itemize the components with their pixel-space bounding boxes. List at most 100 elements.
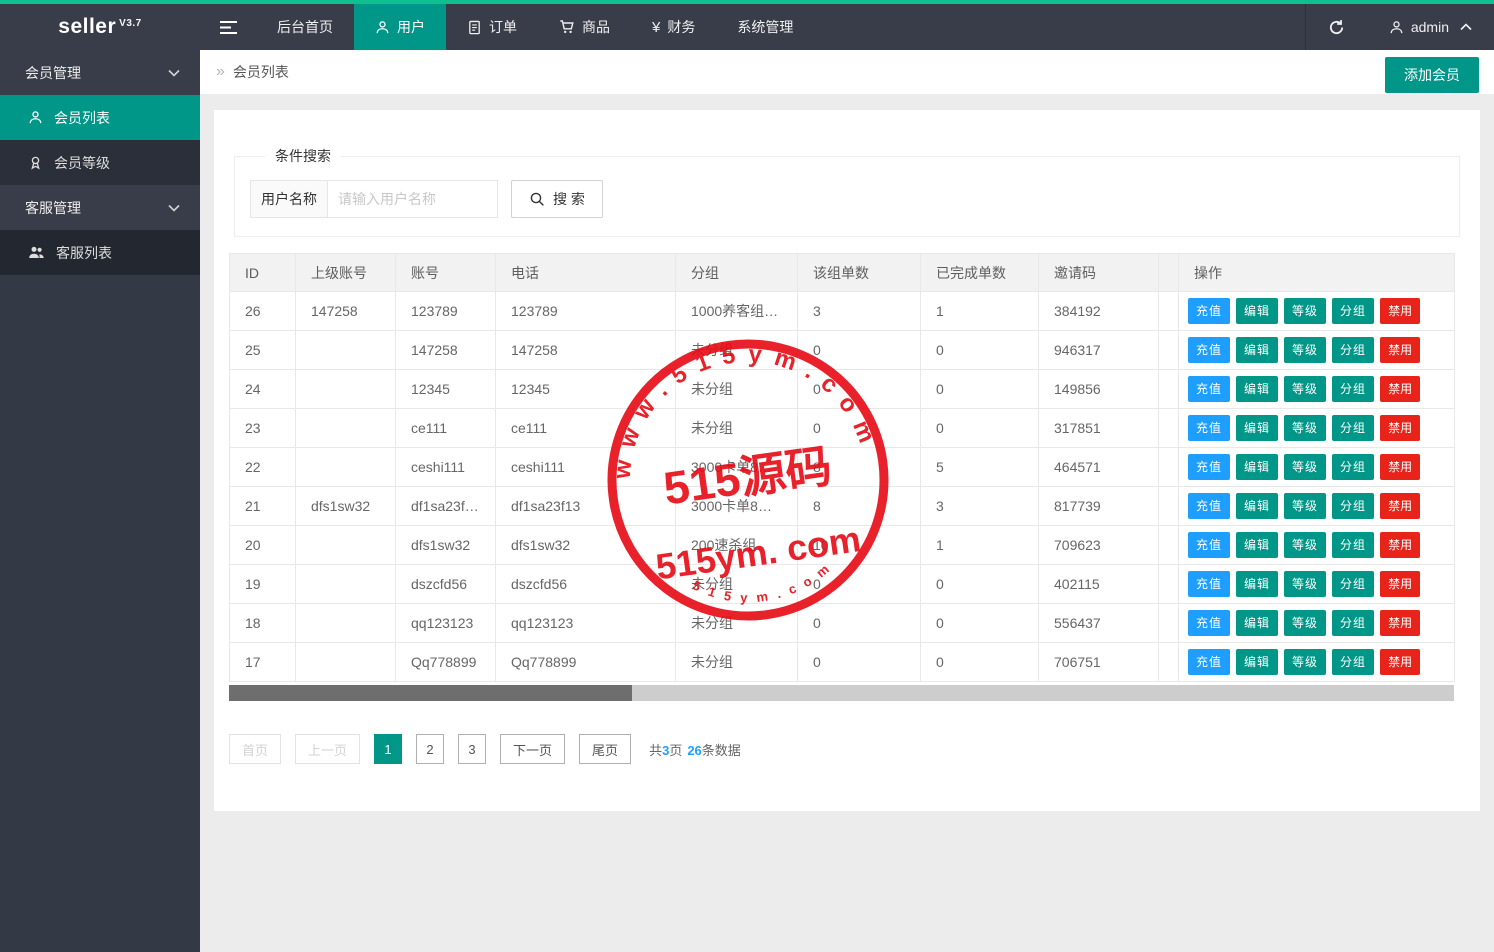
level-button[interactable]: 等级 bbox=[1284, 610, 1327, 636]
disable-button[interactable]: 禁用 bbox=[1380, 415, 1421, 441]
level-button[interactable]: 等级 bbox=[1284, 532, 1327, 558]
group-button[interactable]: 分组 bbox=[1332, 298, 1375, 324]
group-button[interactable]: 分组 bbox=[1332, 649, 1375, 675]
level-button[interactable]: 等级 bbox=[1284, 415, 1327, 441]
search-button-label: 搜 索 bbox=[553, 191, 585, 207]
recharge-button[interactable]: 充值 bbox=[1188, 649, 1231, 675]
refresh-button[interactable] bbox=[1306, 4, 1367, 50]
cell-actions: 充值 编辑 等级 分组 禁用 bbox=[1178, 642, 1455, 682]
sidebar-section-2[interactable]: 客服管理 bbox=[0, 185, 200, 230]
disable-button[interactable]: 禁用 bbox=[1380, 376, 1421, 402]
add-member-button[interactable]: 添加会员 bbox=[1385, 57, 1479, 93]
group-button[interactable]: 分组 bbox=[1332, 415, 1375, 441]
nav-item-1[interactable]: 后台首页 bbox=[256, 4, 354, 50]
pagination-page-2[interactable]: 2 bbox=[416, 734, 445, 764]
edit-button[interactable]: 编辑 bbox=[1236, 337, 1279, 363]
topbar-right: admin bbox=[1304, 4, 1494, 50]
cell-parent: dfs1sw32 bbox=[295, 486, 396, 526]
level-button[interactable]: 等级 bbox=[1284, 337, 1327, 363]
recharge-button[interactable]: 充值 bbox=[1188, 493, 1231, 519]
level-button[interactable]: 等级 bbox=[1284, 376, 1327, 402]
admin-menu[interactable]: admin bbox=[1367, 4, 1494, 50]
disable-button[interactable]: 禁用 bbox=[1380, 337, 1421, 363]
cell-id: 19 bbox=[229, 564, 296, 604]
level-button[interactable]: 等级 bbox=[1284, 571, 1327, 597]
group-button[interactable]: 分组 bbox=[1332, 376, 1375, 402]
cell-completed: 0 bbox=[920, 330, 1039, 370]
cell-parent bbox=[295, 642, 396, 682]
pagination-page-3[interactable]: 3 bbox=[458, 734, 487, 764]
edit-button[interactable]: 编辑 bbox=[1236, 454, 1279, 480]
search-button[interactable]: 搜 索 bbox=[511, 180, 603, 218]
recharge-button[interactable]: 充值 bbox=[1188, 610, 1231, 636]
cell-account: qq123123 bbox=[395, 603, 496, 643]
group-button[interactable]: 分组 bbox=[1332, 532, 1375, 558]
col-parent-account: 上级账号 bbox=[295, 253, 396, 292]
cell-gap bbox=[1158, 564, 1179, 604]
cell-group_orders: 0 bbox=[797, 603, 921, 643]
disable-button[interactable]: 禁用 bbox=[1380, 298, 1421, 324]
cell-group: 1000养客组(多... bbox=[675, 291, 798, 331]
sidebar-item-1-0[interactable]: 客服列表 bbox=[0, 230, 200, 275]
recharge-button[interactable]: 充值 bbox=[1188, 454, 1231, 480]
nav-item-4[interactable]: 商品 bbox=[538, 4, 631, 50]
level-button[interactable]: 等级 bbox=[1284, 649, 1327, 675]
pagination-next[interactable]: 下一页 bbox=[500, 734, 566, 764]
table-row: 18 qq123123 qq123123 未分组 0 0 556437 充值 编辑 等级 分组 禁用 bbox=[229, 603, 1455, 643]
horizontal-scrollbar-thumb[interactable] bbox=[229, 685, 632, 701]
group-button[interactable]: 分组 bbox=[1332, 337, 1375, 363]
edit-button[interactable]: 编辑 bbox=[1236, 610, 1279, 636]
edit-button[interactable]: 编辑 bbox=[1236, 571, 1279, 597]
recharge-button[interactable]: 充值 bbox=[1188, 376, 1231, 402]
disable-button[interactable]: 禁用 bbox=[1380, 454, 1421, 480]
cell-invite: 402115 bbox=[1038, 564, 1159, 604]
level-button[interactable]: 等级 bbox=[1284, 298, 1327, 324]
recharge-button[interactable]: 充值 bbox=[1188, 571, 1231, 597]
sidebar-section-1[interactable]: 会员管理 bbox=[0, 50, 200, 95]
recharge-button[interactable]: 充值 bbox=[1188, 337, 1231, 363]
cell-actions: 充值 编辑 等级 分组 禁用 bbox=[1178, 486, 1455, 526]
edit-button[interactable]: 编辑 bbox=[1236, 532, 1279, 558]
cell-actions: 充值 编辑 等级 分组 禁用 bbox=[1178, 369, 1455, 409]
sidebar-item-label: 会员列表 bbox=[54, 109, 110, 126]
group-button[interactable]: 分组 bbox=[1332, 493, 1375, 519]
group-button[interactable]: 分组 bbox=[1332, 454, 1375, 480]
pagination-last[interactable]: 尾页 bbox=[579, 734, 632, 764]
sidebar-section-label: 客服管理 bbox=[25, 199, 81, 216]
disable-button[interactable]: 禁用 bbox=[1380, 532, 1421, 558]
cell-account: ceshi111 bbox=[395, 447, 496, 487]
col-gap bbox=[1158, 253, 1179, 292]
col-account: 账号 bbox=[395, 253, 496, 292]
disable-button[interactable]: 禁用 bbox=[1380, 649, 1421, 675]
cell-actions: 充值 编辑 等级 分组 禁用 bbox=[1178, 525, 1455, 565]
sidebar-section-label: 会员管理 bbox=[25, 64, 81, 81]
nav-item-5[interactable]: ¥ 财务 bbox=[631, 4, 716, 50]
cell-parent: 147258 bbox=[295, 291, 396, 331]
member-table: ID 上级账号 账号 电话 分组 该组单数 已完成单数 邀请码 操作 26 147… bbox=[229, 253, 1455, 682]
edit-button[interactable]: 编辑 bbox=[1236, 493, 1279, 519]
level-button[interactable]: 等级 bbox=[1284, 454, 1327, 480]
level-button[interactable]: 等级 bbox=[1284, 493, 1327, 519]
group-button[interactable]: 分组 bbox=[1332, 610, 1375, 636]
sidebar-item-0-0[interactable]: 会员列表 bbox=[0, 95, 200, 140]
nav-item-label: 用户 bbox=[397, 19, 425, 35]
recharge-button[interactable]: 充值 bbox=[1188, 298, 1231, 324]
disable-button[interactable]: 禁用 bbox=[1380, 610, 1421, 636]
nav-item-3[interactable]: 订单 bbox=[446, 4, 538, 50]
edit-button[interactable]: 编辑 bbox=[1236, 415, 1279, 441]
hamburger-icon[interactable] bbox=[200, 4, 256, 50]
nav-item-2[interactable]: 用户 bbox=[354, 4, 446, 50]
disable-button[interactable]: 禁用 bbox=[1380, 571, 1421, 597]
recharge-button[interactable]: 充值 bbox=[1188, 415, 1231, 441]
group-button[interactable]: 分组 bbox=[1332, 571, 1375, 597]
edit-button[interactable]: 编辑 bbox=[1236, 376, 1279, 402]
sidebar-item-0-1[interactable]: 会员等级 bbox=[0, 140, 200, 185]
disable-button[interactable]: 禁用 bbox=[1380, 493, 1421, 519]
edit-button[interactable]: 编辑 bbox=[1236, 649, 1279, 675]
recharge-button[interactable]: 充值 bbox=[1188, 532, 1231, 558]
nav-item-6[interactable]: 系统管理 bbox=[716, 4, 814, 50]
cell-invite: 817739 bbox=[1038, 486, 1159, 526]
username-input[interactable] bbox=[328, 180, 498, 218]
edit-button[interactable]: 编辑 bbox=[1236, 298, 1279, 324]
horizontal-scrollbar[interactable] bbox=[229, 685, 1454, 701]
